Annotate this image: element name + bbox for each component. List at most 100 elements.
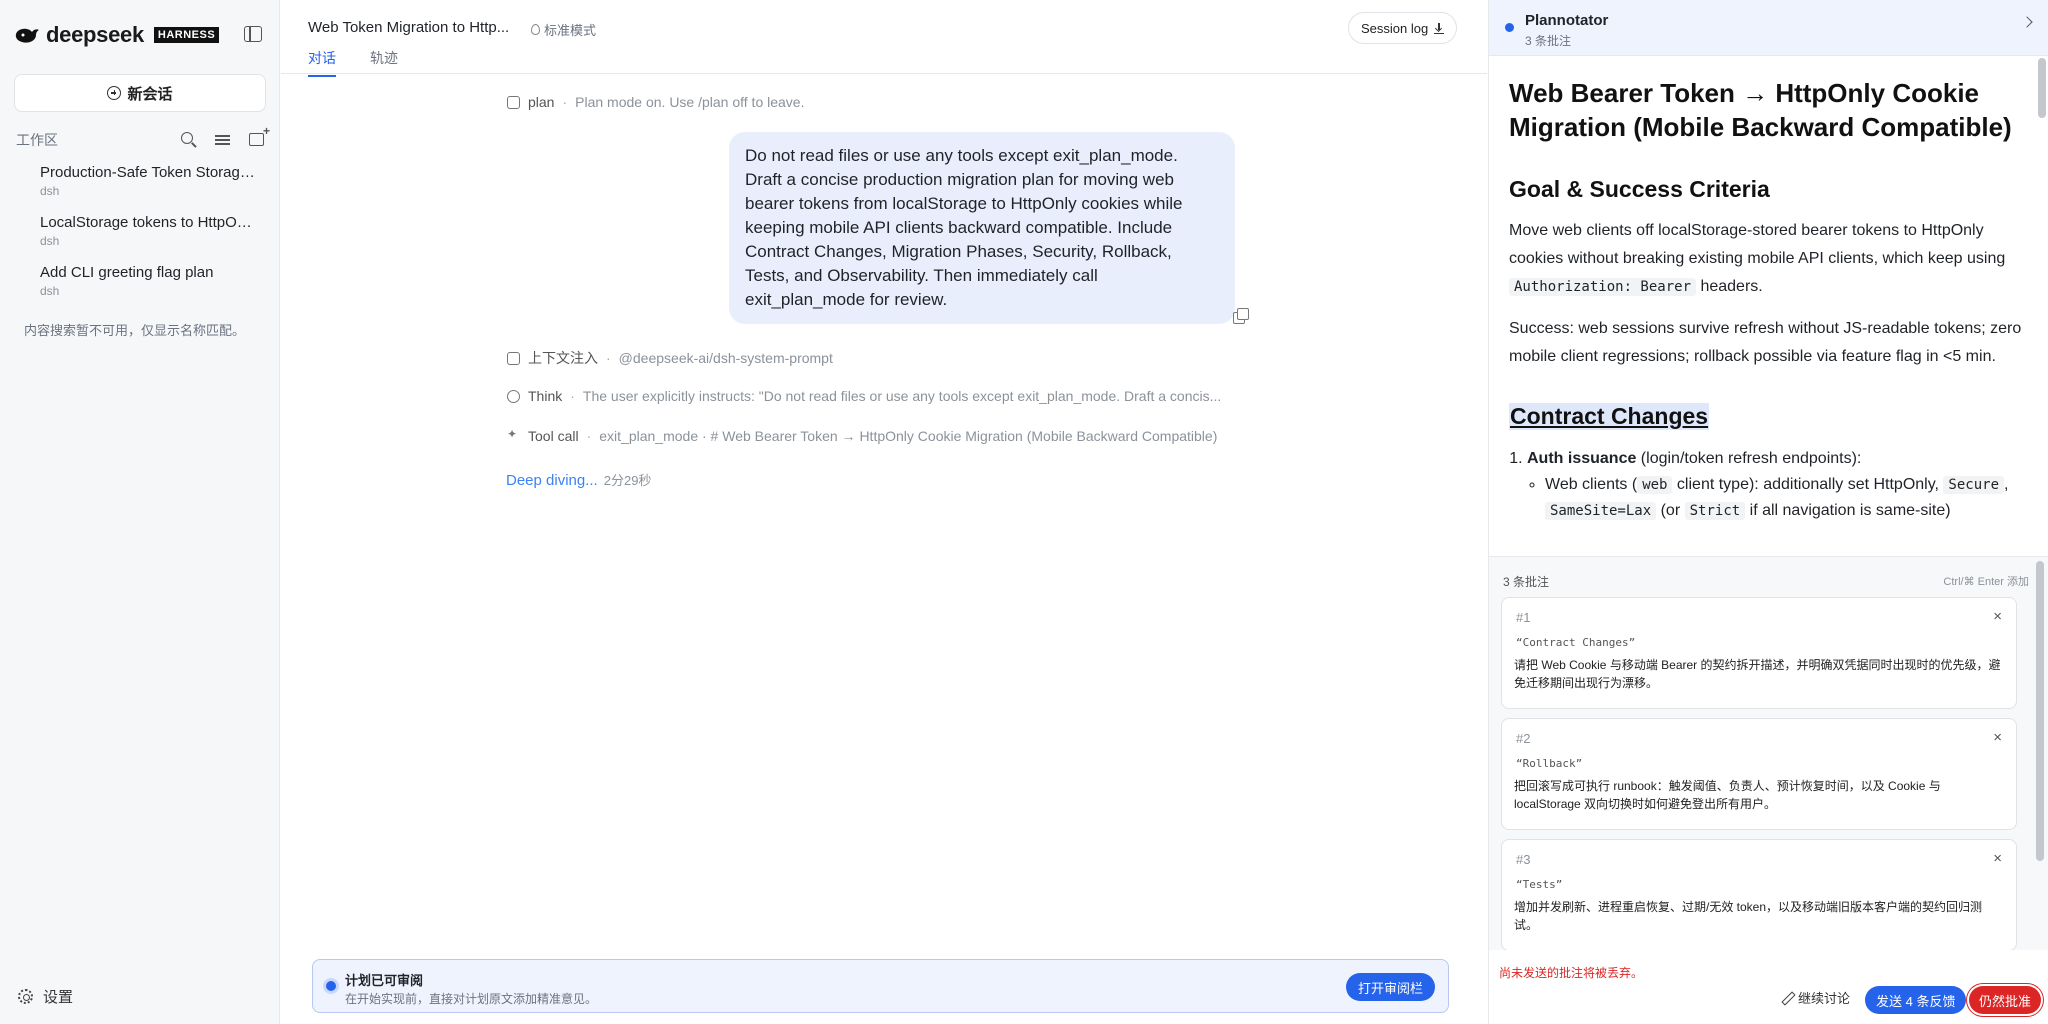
tool-call-row[interactable]: Tool call · exit_plan_mode · # Web Beare… xyxy=(507,428,1267,444)
panel-footer: 尚未发送的批注将被丢弃。 继续讨论 发送 4 条反馈 仍然批准 xyxy=(1489,950,2048,1024)
session-workspace: dsh xyxy=(40,284,60,298)
open-review-button[interactable]: 打开审阅栏 xyxy=(1346,973,1436,1001)
session-title: LocalStorage tokens to HttpOnl... xyxy=(40,214,260,231)
doc-sub-item: Web clients (web client type): additiona… xyxy=(1545,472,2029,524)
deep-diving-label: Deep diving... xyxy=(506,472,598,489)
doc-title: Web Bearer Token → HttpOnly Cookie Migra… xyxy=(1509,78,2012,142)
tab-trajectory[interactable]: 轨迹 xyxy=(370,48,398,75)
annotation-card[interactable]: #3 × “Tests” 增加并发刷新、进程重启恢复、过期/无效 token，以… xyxy=(1501,839,2017,950)
row-detail: Plan mode on. Use /plan off to leave. xyxy=(575,94,805,110)
plan-mode-row: plan · Plan mode on. Use /plan off to le… xyxy=(507,94,1267,110)
logo-text: deepseek xyxy=(46,22,144,47)
row-label: 上下文注入 xyxy=(528,350,598,366)
workspace-header: 工作区 xyxy=(16,124,270,150)
annotation-quote: “Tests” xyxy=(1516,878,1563,891)
annotations-scrollbar[interactable] xyxy=(2036,561,2044,861)
session-log-button[interactable]: Session log xyxy=(1348,12,1458,44)
conversation-title: Web Token Migration to Http... xyxy=(308,19,510,36)
discard-warning: 尚未发送的批注将被丢弃。 xyxy=(1499,966,1644,980)
close-icon[interactable]: × xyxy=(1993,850,2002,867)
plus-circle-icon xyxy=(107,86,122,100)
gear-icon xyxy=(18,989,33,1004)
session-title: Production-Safe Token Storage ... xyxy=(40,164,260,181)
send-feedback-button[interactable]: 发送 4 条反馈 xyxy=(1865,986,1967,1014)
annotation-quote: “Rollback” xyxy=(1516,757,1583,770)
annotations-hint: Ctrl/⌘ Enter 添加 xyxy=(1943,576,2029,588)
panel-subtitle: 3 条批注 xyxy=(1525,34,1572,48)
workspace-title: 工作区 xyxy=(16,132,58,148)
logo[interactable]: deepseek HARNESS xyxy=(14,22,220,48)
panel-title: Plannotator xyxy=(1525,12,1609,29)
row-detail: @deepseek-ai/dsh-system-prompt xyxy=(618,350,833,366)
review-subtitle: 在开始实现前，直接对计划原文添加精准意见。 xyxy=(345,992,598,1006)
search-note: 内容搜索暂不可用，仅显示名称匹配。 xyxy=(24,323,246,338)
document-icon xyxy=(507,351,520,365)
annotations-count: 3 条批注 xyxy=(1503,575,1550,589)
row-label: Think xyxy=(528,388,563,404)
annotation-card[interactable]: #2 × “Rollback” 把回滚写成可执行 runbook：触发阈值、负责… xyxy=(1501,718,2017,830)
settings-label: 设置 xyxy=(43,989,74,1006)
session-item[interactable]: Add CLI greeting flag plan dsh xyxy=(0,264,280,314)
mode-indicator[interactable]: 标准模式 xyxy=(531,20,596,39)
sparkle-icon xyxy=(507,428,520,443)
new-session-label: 新会话 xyxy=(127,85,173,103)
annotation-quote: “Contract Changes” xyxy=(1516,636,1636,649)
panel-header[interactable]: Plannotator 3 条批注 xyxy=(1489,0,2048,56)
close-icon[interactable]: × xyxy=(1993,729,2002,746)
new-session-button[interactable]: 新会话 xyxy=(14,74,266,112)
tab-conversation[interactable]: 对话 xyxy=(308,48,336,77)
doc-list: Auth issuance (login/token refresh endpo… xyxy=(1509,446,2029,524)
download-icon xyxy=(1434,22,1445,34)
pencil-icon xyxy=(1781,992,1793,1004)
session-item[interactable]: Production-Safe Token Storage ... dsh xyxy=(0,164,280,214)
row-detail: exit_plan_mode · # Web Bearer Token → Ht… xyxy=(599,428,1218,444)
annotation-text: 增加并发刷新、进程重启恢复、过期/无效 token，以及移动端旧版本客户端的契约… xyxy=(1514,900,1983,932)
copy-icon[interactable] xyxy=(1233,308,1249,324)
row-label: Tool call xyxy=(528,428,579,444)
new-folder-icon[interactable] xyxy=(248,124,270,149)
session-workspace: dsh xyxy=(40,184,60,198)
close-icon[interactable]: × xyxy=(1993,608,2002,625)
main-pane: Web Token Migration to Http... 标准模式 对话 轨… xyxy=(281,0,1487,1024)
droplet-icon xyxy=(531,24,540,35)
session-title: Add CLI greeting flag plan xyxy=(40,264,214,281)
review-title: 计划已可审阅 xyxy=(345,973,424,988)
elapsed-time: 2分29秒 xyxy=(603,473,652,488)
annotation-number: #2 xyxy=(1516,731,1531,746)
plan-icon xyxy=(507,95,520,109)
doc-scrollbar[interactable] xyxy=(2038,58,2046,118)
brain-icon xyxy=(507,389,520,403)
doc-list-item: Auth issuance (login/token refresh endpo… xyxy=(1527,446,2029,524)
row-detail: The user explicitly instructs: "Do not r… xyxy=(582,388,1222,404)
session-log-label: Session log xyxy=(1361,20,1429,36)
context-injection-row[interactable]: 上下文注入 · @deepseek-ai/dsh-system-prompt xyxy=(507,348,1267,368)
doc-heading-contract[interactable]: Contract Changes xyxy=(1509,403,1710,430)
session-item[interactable]: LocalStorage tokens to HttpOnl... dsh xyxy=(0,214,280,264)
chevron-right-icon[interactable] xyxy=(2021,16,2033,28)
think-row[interactable]: Think · The user explicitly instructs: "… xyxy=(507,388,1267,404)
session-workspace: dsh xyxy=(40,234,60,248)
filter-sliders-icon[interactable] xyxy=(214,131,232,149)
continue-label: 继续讨论 xyxy=(1798,991,1851,1006)
sidebar: deepseek HARNESS 新会话 工作区 Production-Safe… xyxy=(0,0,280,1024)
annotation-text: 请把 Web Cookie 与移动端 Bearer 的契约拆开描述，并明确双凭据… xyxy=(1514,658,2001,690)
doc-paragraph: Move web clients off localStorage-stored… xyxy=(1509,222,2006,296)
approve-anyway-button[interactable]: 仍然批准 xyxy=(1969,986,2042,1014)
plan-review-banner: 计划已可审阅 在开始实现前，直接对计划原文添加精准意见。 打开审阅栏 xyxy=(312,959,1449,1013)
annotation-number: #1 xyxy=(1516,610,1531,625)
settings-button[interactable]: 设置 xyxy=(18,986,73,1007)
row-label: plan xyxy=(528,94,555,110)
annotation-card[interactable]: #1 × “Contract Changes” 请把 Web Cookie 与移… xyxy=(1501,597,2017,709)
whale-logo-icon xyxy=(15,28,39,43)
user-message-bubble: Do not read files or use any tools excep… xyxy=(729,132,1235,324)
status-dot-icon xyxy=(1505,23,1514,32)
annotations-area: 3 条批注 Ctrl/⌘ Enter 添加 #1 × “Contract Cha… xyxy=(1489,556,2048,950)
plan-document[interactable]: Web Bearer Token → HttpOnly Cookie Migra… xyxy=(1509,56,2029,556)
continue-discussion-button[interactable]: 继续讨论 xyxy=(1781,988,1850,1007)
doc-heading-goal: Goal & Success Criteria xyxy=(1509,176,1770,202)
plannotator-panel: Plannotator 3 条批注 Web Bearer Token → Htt… xyxy=(1488,0,2048,1024)
toggle-sidebar-icon[interactable] xyxy=(244,26,262,42)
mode-label: 标准模式 xyxy=(544,23,597,38)
search-icon[interactable] xyxy=(180,131,198,149)
deep-diving-status: Deep diving... 2分29秒 xyxy=(506,470,651,489)
